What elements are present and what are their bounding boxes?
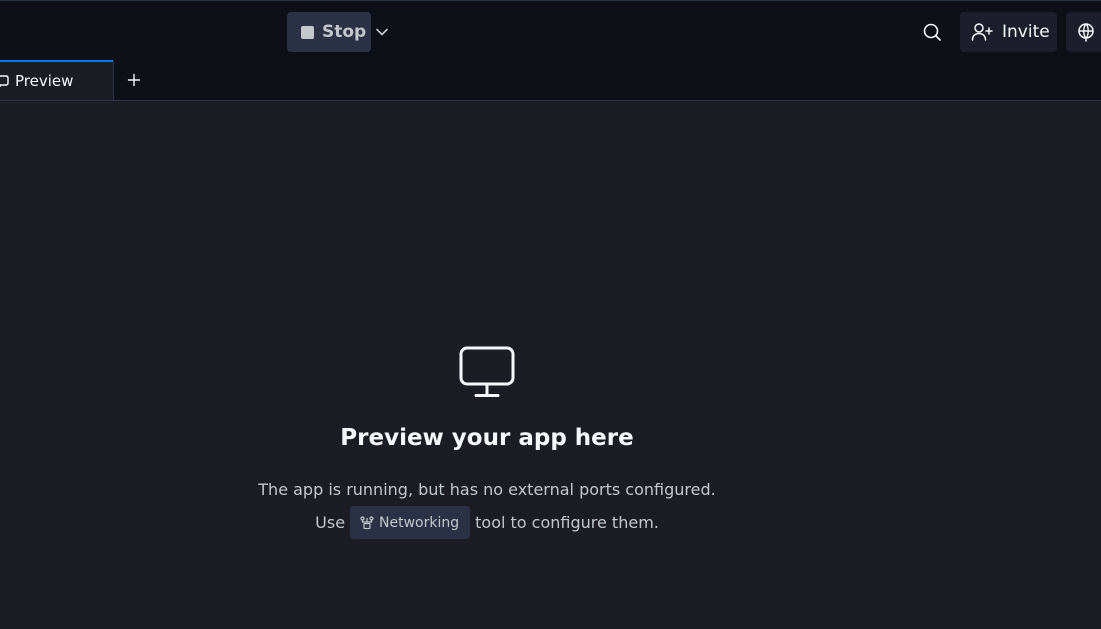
hint-suffix: tool to configure them.	[475, 513, 659, 532]
new-tab-button[interactable]	[113, 60, 153, 100]
stop-button[interactable]: Stop	[287, 12, 371, 52]
plus-icon	[127, 73, 140, 87]
networking-tool-button[interactable]: Networking	[350, 506, 471, 539]
tab-label: Preview	[15, 72, 74, 90]
user-plus-icon	[971, 23, 993, 41]
stop-label: Stop	[322, 22, 367, 42]
stop-square-icon	[301, 25, 314, 39]
networking-label: Networking	[379, 514, 460, 531]
top-toolbar: Stop Invite	[0, 0, 1101, 60]
run-controls: Stop	[287, 12, 393, 52]
hint-prefix: Use	[315, 513, 346, 532]
monitor-icon	[0, 75, 9, 87]
empty-state-hint: Use Networking tool to configure them.	[0, 506, 974, 539]
preview-empty-state: Preview your app here The app is running…	[0, 101, 974, 629]
empty-state-description: The app is running, but has no external …	[258, 480, 716, 499]
globe-icon	[1078, 23, 1094, 42]
deploy-button[interactable]	[1066, 12, 1101, 52]
empty-state-title: Preview your app here	[340, 425, 634, 451]
chevron-down-icon	[376, 28, 388, 36]
network-icon	[360, 515, 374, 529]
monitor-icon	[459, 346, 515, 397]
tab-preview[interactable]: Preview	[0, 60, 113, 100]
search-icon	[923, 23, 941, 41]
invite-label: Invite	[1002, 22, 1050, 42]
invite-button[interactable]: Invite	[960, 12, 1057, 52]
run-options-dropdown[interactable]	[371, 12, 393, 52]
search-button[interactable]	[914, 14, 950, 50]
tab-bar: Preview	[0, 60, 1101, 101]
